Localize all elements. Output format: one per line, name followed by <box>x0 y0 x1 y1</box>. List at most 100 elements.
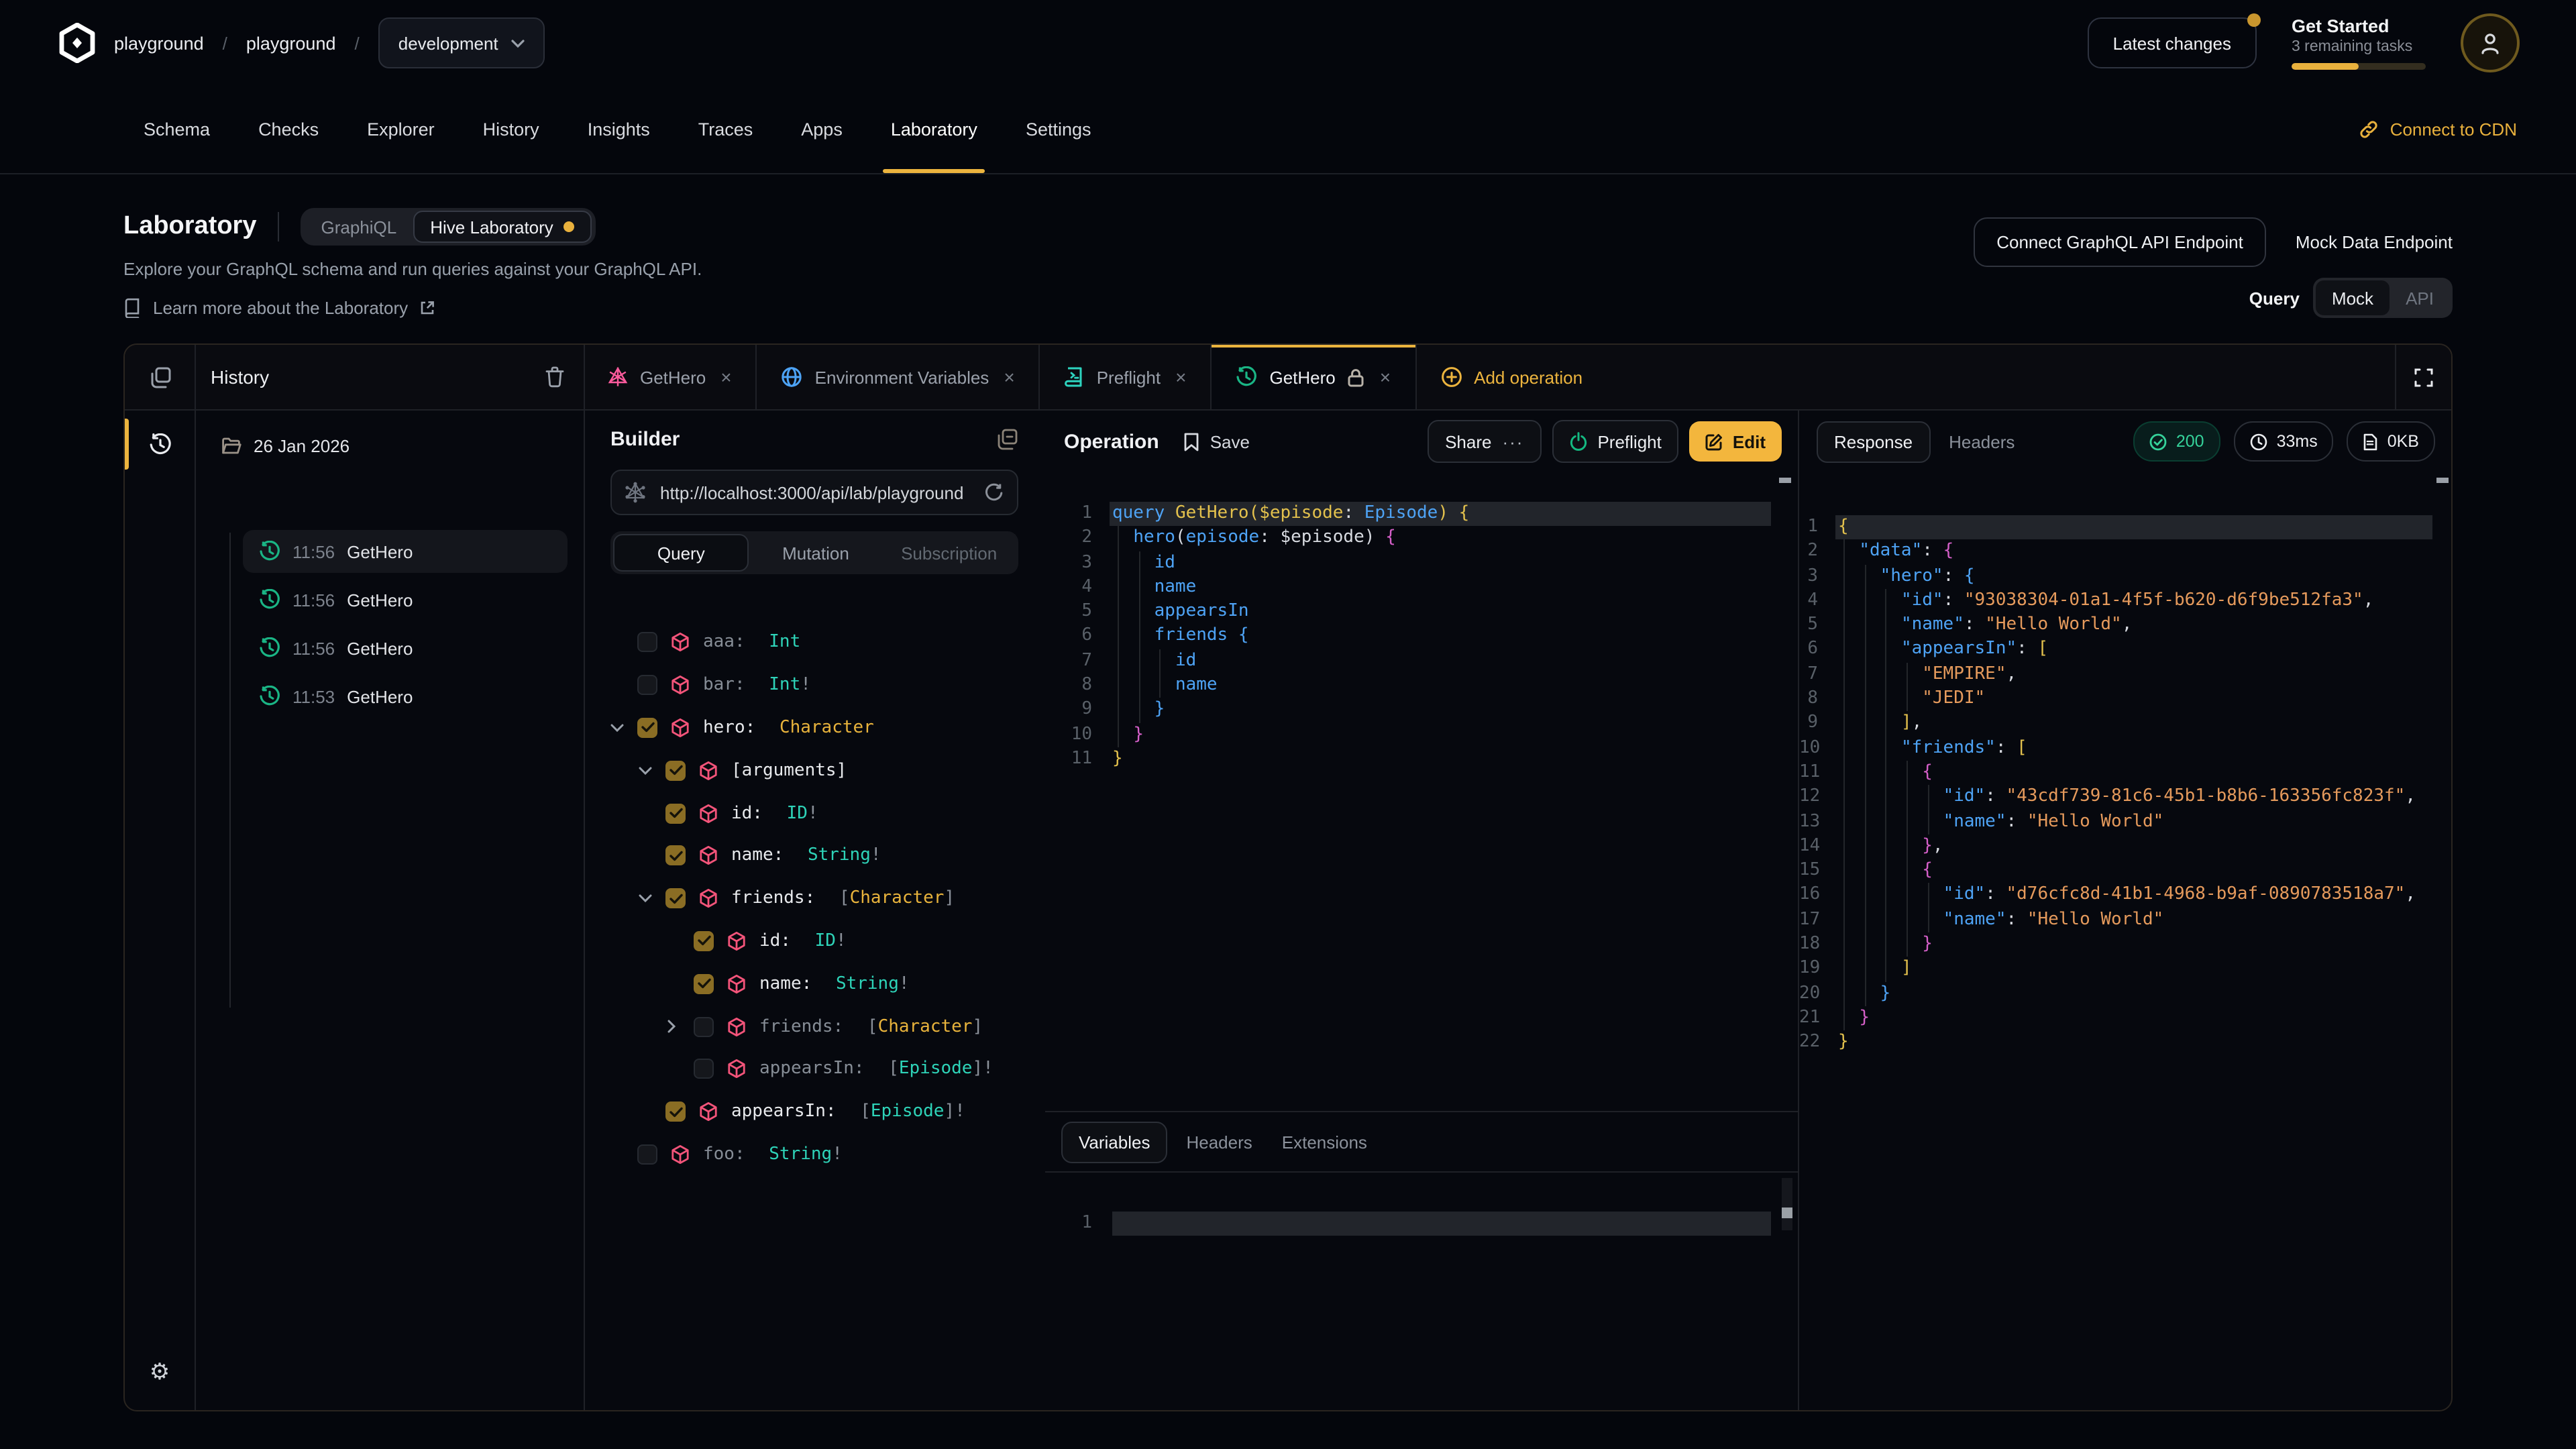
tree-row-id[interactable]: id: ID! <box>584 792 1045 835</box>
preflight-button[interactable]: Preflight <box>1552 420 1678 463</box>
field-checkbox[interactable] <box>637 718 657 738</box>
field-checkbox[interactable] <box>637 675 657 695</box>
code-text: { <box>1838 515 2451 540</box>
hive-logo-icon[interactable] <box>59 23 95 63</box>
history-item[interactable]: 11:56GetHero <box>243 578 568 621</box>
history-date-group[interactable]: 26 Jan 2026 <box>221 436 584 456</box>
mock-endpoint-button[interactable]: Mock Data Endpoint <box>2296 232 2453 252</box>
refresh-icon[interactable] <box>983 482 1004 502</box>
operation-tab-environment-variables[interactable]: Environment Variables× <box>757 345 1040 409</box>
field-checkbox[interactable] <box>637 633 657 653</box>
sidebar-item-history[interactable] <box>125 415 195 474</box>
get-started-widget[interactable]: Get Started 3 remaining tasks <box>2292 16 2426 70</box>
field-checkbox[interactable] <box>694 1016 714 1036</box>
field-checkbox[interactable] <box>665 761 686 781</box>
gear-icon[interactable]: ⚙ <box>125 1346 195 1399</box>
field-name: friends: <box>731 888 815 908</box>
laboratory-header: Laboratory GraphiQL Hive Laboratory Expl… <box>0 173 2576 343</box>
history-item[interactable]: 11:56GetHero <box>243 627 568 669</box>
tree-row-id[interactable]: id: ID! <box>584 920 1045 963</box>
breadcrumb-project[interactable]: playground <box>246 33 336 53</box>
scrollbar-thumb[interactable] <box>1782 1208 1792 1218</box>
tab-query[interactable]: Query <box>613 534 749 572</box>
field-checkbox[interactable] <box>665 888 686 908</box>
tab-variables[interactable]: Variables <box>1061 1121 1167 1163</box>
line-number: 20 <box>1799 981 1838 1006</box>
field-checkbox[interactable] <box>637 1144 657 1165</box>
operation-tab-gethero[interactable]: GetHero× <box>584 345 757 409</box>
trash-icon[interactable] <box>545 366 565 388</box>
save-button[interactable]: Save <box>1183 431 1250 451</box>
nav-item-settings[interactable]: Settings <box>1026 86 1091 173</box>
field-checkbox[interactable] <box>694 931 714 951</box>
close-icon[interactable]: × <box>1380 366 1391 388</box>
tree-row-bar[interactable]: bar: Int! <box>584 664 1045 707</box>
variables-editor[interactable]: 1 <box>1045 1173 1798 1236</box>
add-operation-button[interactable]: Add operation <box>1416 345 1607 409</box>
nav-item-explorer[interactable]: Explorer <box>367 86 435 173</box>
chevron-down-icon[interactable] <box>639 764 652 777</box>
query-mode-api[interactable]: API <box>2390 280 2450 315</box>
connect-endpoint-button[interactable]: Connect GraphQL API Endpoint <box>1974 217 2266 267</box>
connect-to-cdn-link[interactable]: Connect to CDN <box>2359 86 2576 173</box>
target-select[interactable]: development <box>378 17 545 68</box>
nav-item-apps[interactable]: Apps <box>801 86 843 173</box>
close-icon[interactable]: × <box>720 366 731 388</box>
nav-item-history[interactable]: History <box>483 86 539 173</box>
mode-hive-laboratory[interactable]: Hive Laboratory <box>413 211 592 243</box>
tree-row-appearsIn[interactable]: appearsIn: [Episode]! <box>584 1091 1045 1134</box>
tab-response[interactable]: Response <box>1817 421 1930 462</box>
close-icon[interactable]: × <box>1004 366 1014 388</box>
tree-row-foo[interactable]: foo: String! <box>584 1133 1045 1176</box>
cube-icon <box>699 846 718 866</box>
field-checkbox[interactable] <box>665 846 686 866</box>
chevron-down-icon[interactable] <box>610 721 624 735</box>
nav-item-traces[interactable]: Traces <box>698 86 753 173</box>
close-icon[interactable]: × <box>1175 366 1186 388</box>
user-avatar[interactable] <box>2461 13 2520 72</box>
history-item[interactable]: 11:56GetHero <box>243 530 568 573</box>
chevron-right-icon[interactable] <box>667 1020 680 1033</box>
tree-row-friends[interactable]: friends: [Character] <box>584 1005 1045 1048</box>
field-checkbox[interactable] <box>694 974 714 994</box>
tab-mutation[interactable]: Mutation <box>749 534 883 572</box>
tree-row-appearsIn[interactable]: appearsIn: [Episode]! <box>584 1048 1045 1091</box>
field-checkbox[interactable] <box>665 1102 686 1122</box>
line-number: 7 <box>1799 663 1838 688</box>
field-checkbox[interactable] <box>694 1059 714 1079</box>
operation-tab-preflight[interactable]: Preflight× <box>1040 345 1212 409</box>
tab-extensions[interactable]: Extensions <box>1271 1132 1378 1152</box>
nav-item-checks[interactable]: Checks <box>258 86 319 173</box>
tree-row-friends[interactable]: friends: [Character] <box>584 877 1045 920</box>
nav-item-schema[interactable]: Schema <box>144 86 210 173</box>
response-viewer[interactable]: 1{2 "data": {3 "hero": {4 "id": "9303830… <box>1799 474 2451 1055</box>
query-mode-mock[interactable]: Mock <box>2316 280 2390 315</box>
latest-changes-button[interactable]: Latest changes <box>2088 17 2257 68</box>
history-item[interactable]: 11:53GetHero <box>243 675 568 718</box>
field-checkbox[interactable] <box>665 803 686 823</box>
tab-subscription[interactable]: Subscription <box>882 534 1016 572</box>
fullscreen-button[interactable] <box>2395 345 2451 409</box>
tab-response-headers[interactable]: Headers <box>1938 431 2025 451</box>
collections-icon[interactable] <box>125 345 195 409</box>
tree-row-hero[interactable]: hero: Character <box>584 706 1045 749</box>
collapse-builder-icon[interactable] <box>996 428 1018 451</box>
tree-row-name[interactable]: name: String! <box>584 963 1045 1006</box>
breadcrumb-org[interactable]: playground <box>114 33 204 53</box>
clock-icon <box>2250 433 2267 450</box>
operation-editor[interactable]: 1query GetHero($episode: Episode) {2 her… <box>1045 474 1798 772</box>
tree-row-aaa[interactable]: aaa: Int <box>584 621 1045 664</box>
nav-item-insights[interactable]: Insights <box>588 86 650 173</box>
mode-graphiql[interactable]: GraphiQL <box>305 212 413 241</box>
tree-row-arguments[interactable]: [arguments] <box>584 749 1045 792</box>
learn-more-link[interactable]: Learn more about the Laboratory <box>123 298 435 318</box>
tree-row-name[interactable]: name: String! <box>584 835 1045 877</box>
nav-item-laboratory[interactable]: Laboratory <box>891 86 977 173</box>
scrollbar-track[interactable] <box>1782 1178 1792 1231</box>
endpoint-url-input[interactable] <box>657 481 971 504</box>
chevron-down-icon[interactable] <box>639 892 652 905</box>
operation-tab-gethero[interactable]: GetHero× <box>1212 345 1416 409</box>
share-button[interactable]: Share ··· <box>1428 420 1541 463</box>
tab-headers[interactable]: Headers <box>1175 1132 1263 1152</box>
edit-button[interactable]: Edit <box>1690 421 1782 462</box>
